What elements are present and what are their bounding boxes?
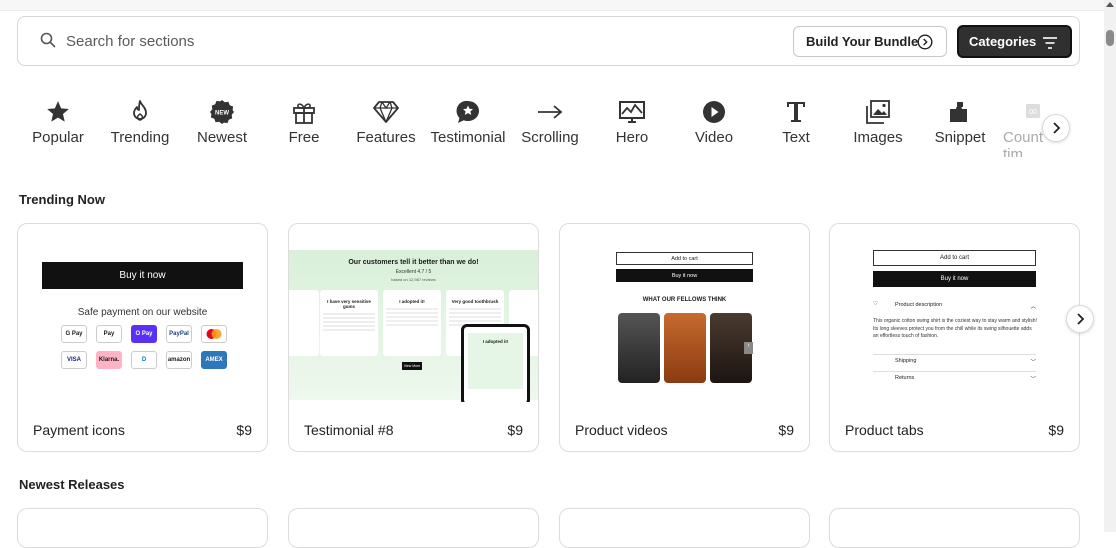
tab-returns: Returns ﹀ [873,371,1036,383]
phone-mockup: I adopted it! [461,324,530,402]
svg-text:00: 00 [1029,109,1037,116]
testimonial-heading: Our customers tell it better than we do! [348,259,479,266]
newest-card[interactable] [829,508,1080,548]
card-title: Payment icons [33,422,125,438]
trending-next-button[interactable] [1066,305,1094,333]
filter-icon [1043,37,1057,49]
video-thumb-1 [618,313,660,383]
testimonial-card-2: I adopted it! [383,290,441,356]
gpay-icon: G Pay [61,325,87,343]
card-title: Testimonial #8 [304,422,394,438]
add-to-cart-preview: Add to cart [873,250,1036,266]
category-testimonial[interactable]: Testimonial [427,95,509,157]
tab-shipping: Shipping ﹀ [873,354,1036,366]
newest-section-title: Newest Releases [19,477,125,492]
arrow-circle-icon [917,34,933,50]
product-videos-preview: Add to cart Buy it now WHAT OUR FELLOWS … [560,224,809,402]
card-title: Product tabs [845,422,924,438]
category-video[interactable]: Video [673,95,755,157]
view-more-preview: View More [402,362,422,370]
card-price: $9 [1048,422,1064,438]
buy-now-preview: Buy it now [42,262,243,289]
countdown-icon: 00 [1026,104,1040,118]
product-card-product-videos[interactable]: Add to cart Buy it now WHAT OUR FELLOWS … [559,223,810,452]
search-icon [40,32,56,48]
tab-product-description: Product description ︿ ♡ [873,301,1036,310]
chevron-right-icon: › [744,342,753,354]
videos-heading: WHAT OUR FELLOWS THINK [642,297,727,303]
newest-card[interactable] [17,508,268,548]
applepay-icon: Pay [96,325,122,343]
testimonial-card-1: I have very sensitive gums [320,290,378,356]
safe-payment-text: Safe payment on our website [77,307,208,318]
testimonial-based: based on 12,987 reviews [391,277,436,282]
shoppay-icon: O Pay [131,325,157,343]
new-badge-icon: NEW [210,100,234,124]
product-tabs-preview: Add to cart Buy it now Product descripti… [830,224,1079,402]
mastercard-icon [201,325,227,343]
category-text[interactable]: Text [755,95,837,157]
buy-now-preview: Buy it now [873,271,1036,287]
star-icon [47,101,69,122]
gift-icon [293,103,315,124]
play-icon [703,101,725,123]
page-scrollbar[interactable] [1104,0,1116,532]
amazon-icon: amazon [166,351,192,369]
text-t-icon [787,102,805,122]
categories-label: Categories [969,34,1037,49]
search-input[interactable] [66,26,781,56]
puzzle-icon [950,102,967,122]
category-newest[interactable]: NEW Newest [181,95,263,157]
trending-section-title: Trending Now [19,192,105,207]
images-icon [866,100,890,124]
newest-card[interactable] [288,508,539,548]
tab-description-text: This organic cotton swing shirt is the c… [873,318,1037,339]
chart-monitor-icon [619,101,645,123]
product-card-product-tabs[interactable]: Add to cart Buy it now Product descripti… [829,223,1080,452]
card-price: $9 [778,422,794,438]
scroll-up-icon[interactable] [1106,2,1114,7]
search-bar: Build Your Bundle Categories [17,16,1080,66]
category-images[interactable]: Images [837,95,919,157]
svg-text:NEW: NEW [215,111,229,117]
product-card-payment-icons[interactable]: Buy it now Safe payment on our website G… [17,223,268,452]
star-chat-icon [456,100,479,123]
testimonial-rating: Excellent 4.7 / 5 [395,269,432,275]
card-price: $9 [236,422,252,438]
diamond-icon [373,101,399,123]
buy-now-preview: Buy it now [616,269,753,282]
card-price: $9 [507,422,523,438]
newest-card[interactable] [559,508,810,548]
category-hero[interactable]: Hero [591,95,673,157]
category-popular[interactable]: Popular [17,95,99,157]
add-to-cart-preview: Add to cart [616,252,753,265]
flame-icon [133,100,147,121]
build-bundle-label: Build Your Bundle [806,34,919,49]
category-scrolling[interactable]: Scrolling [509,95,591,157]
categories-next-button[interactable] [1042,114,1070,142]
chevron-right-icon [1077,313,1085,325]
category-free[interactable]: Free [263,95,345,157]
category-strip: Popular Trending NEW Newest Free Feature… [17,95,1067,157]
card-title: Product videos [575,422,668,438]
video-thumb-2 [664,313,706,383]
category-features[interactable]: Features [345,95,427,157]
payment-icons-preview: Buy it now Safe payment on our website G… [18,224,267,402]
build-bundle-button[interactable]: Build Your Bundle [793,26,947,57]
arrow-right-icon [538,105,563,119]
testimonial-preview: Our customers tell it better than we do!… [289,224,538,402]
visa-icon: VISA [61,351,87,369]
category-snippet[interactable]: Snippet [919,95,1001,157]
category-trending[interactable]: Trending [99,95,181,157]
diners-icon: D [131,351,157,369]
product-card-testimonial-8[interactable]: Our customers tell it better than we do!… [288,223,539,452]
top-strip [0,0,1104,11]
klarna-icon: Klarna. [96,351,122,369]
categories-button[interactable]: Categories [957,25,1072,58]
paypal-icon: PayPal [166,325,192,343]
scrollbar-thumb[interactable] [1106,30,1114,46]
amex-icon: AMEX [201,351,227,369]
chevron-right-icon [1053,122,1061,134]
